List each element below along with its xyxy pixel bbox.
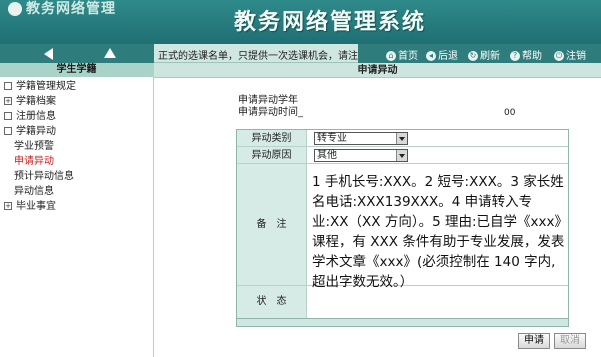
sidebar-toggle-bar <box>0 44 154 63</box>
sidebar-item-label: 毕业事宜 <box>16 201 56 212</box>
help-label: 帮助 <box>522 51 542 62</box>
sidebar-item-label: 异动信息 <box>14 186 54 197</box>
status-value <box>308 286 568 318</box>
logout-label: 注销 <box>566 51 586 62</box>
logo: 教务网络管理 <box>8 0 158 17</box>
change-reason-value: 其他 <box>317 150 337 161</box>
app-header: 教务网络管理 教务网络管理系统 <box>0 0 601 44</box>
sidebar-item-label: 注册信息 <box>16 111 56 122</box>
change-type-value: 转专业 <box>317 133 347 144</box>
sidebar-title: 学生学籍 <box>0 63 153 77</box>
back-button[interactable]: ◂ 后退 <box>426 47 458 62</box>
form-footer-bar <box>236 319 569 327</box>
status-row: 状 态 <box>237 286 568 318</box>
refresh-icon: ↻ <box>468 51 478 61</box>
logout-button[interactable]: ⏻ 注销 <box>554 47 586 62</box>
home-label: 首页 <box>398 51 418 62</box>
back-icon: ◂ <box>426 51 436 61</box>
main-content: 申请异动 申请异动学年 申请异动时间_ 00 异动类别 转专业 异动原因 其他 <box>154 63 601 357</box>
sidebar-item-label: 学业预警 <box>14 141 54 152</box>
remark-label: 备 注 <box>237 164 307 285</box>
sidebar-item-status-change[interactable]: 学籍异动 <box>0 124 153 139</box>
status-label: 状 态 <box>237 286 307 318</box>
sidebar-item-label: 申请异动 <box>14 156 54 167</box>
sidebar-item-label: 学籍档案 <box>16 96 56 107</box>
logo-text: 教务网络管理 <box>26 1 116 17</box>
logout-icon: ⏻ <box>554 51 564 61</box>
collapse-left-arrow-icon[interactable] <box>44 48 53 60</box>
collapsed-box-icon <box>4 112 12 120</box>
back-label: 后退 <box>438 51 458 62</box>
change-type-label: 异动类别 <box>237 130 307 146</box>
sidebar-item-regulations[interactable]: 学籍管理规定 <box>0 79 153 94</box>
dropdown-arrow-icon[interactable] <box>396 133 407 144</box>
apply-time-label: 申请异动时间_ <box>238 107 303 118</box>
remark-row: 备 注 1 手机长号:XXX。2 短号:XXX。3 家长姓名电话:XXX139X… <box>237 164 568 290</box>
sidebar-item-academic-warning[interactable]: 学业预警 <box>0 139 153 154</box>
nav-bar: 正式的选课名单，只提供一次选课机会，请注意! ⌂ 首页 ◂ 后退 ↻ 刷新 ? 帮助 ⏻… <box>0 44 601 63</box>
apply-button[interactable]: 申请 <box>518 333 550 349</box>
logo-emblem-icon <box>8 2 22 16</box>
help-icon: ? <box>510 51 520 61</box>
sidebar-item-label: 预计异动信息 <box>14 171 74 182</box>
remark-textarea[interactable]: 1 手机长号:XXX。2 短号:XXX。3 家长姓名电话:XXX139XXX。4… <box>308 164 568 290</box>
collapsed-box-icon <box>4 127 12 135</box>
toolbar: ⌂ 首页 ◂ 后退 ↻ 刷新 ? 帮助 ⏻ 注销 <box>358 44 601 63</box>
change-type-select[interactable]: 转专业 <box>314 132 408 145</box>
change-reason-row: 异动原因 其他 <box>237 147 568 164</box>
sidebar-item-registration[interactable]: 注册信息 <box>0 109 153 124</box>
change-form: 异动类别 转专业 异动原因 其他 备 注 1 手机长号:XXX。2 短号:XXX… <box>236 129 569 319</box>
sidebar-tree: 学籍管理规定 + 学籍档案 注册信息 学籍异动 学业预警 申请异动 预计异动信息 … <box>0 77 153 214</box>
sidebar-item-expected-change[interactable]: 预计异动信息 <box>0 169 153 184</box>
apply-info: 申请异动学年 申请异动时间_ 00 <box>238 95 515 119</box>
dropdown-arrow-icon[interactable] <box>396 150 407 161</box>
system-title: 教务网络管理系统 <box>234 10 427 35</box>
cancel-button[interactable]: 取消 <box>554 333 586 349</box>
change-type-row: 异动类别 转专业 <box>237 130 568 147</box>
sidebar-item-label: 学籍异动 <box>16 126 56 137</box>
home-button[interactable]: ⌂ 首页 <box>386 47 418 62</box>
change-reason-select[interactable]: 其他 <box>314 149 408 162</box>
apply-year-label: 申请异动学年 <box>238 95 298 106</box>
collapse-up-arrow-icon[interactable] <box>104 48 116 58</box>
notice-text: 正式的选课名单，只提供一次选课机会，请注意! <box>158 51 373 62</box>
sidebar-item-label: 学籍管理规定 <box>16 81 76 92</box>
collapsed-box-icon <box>4 82 12 90</box>
remark-text: 1 手机长号:XXX。2 短号:XXX。3 家长姓名电话:XXX139XXX。4… <box>312 174 568 290</box>
sidebar-item-apply-change[interactable]: 申请异动 <box>0 154 153 169</box>
sidebar-item-records[interactable]: + 学籍档案 <box>0 94 153 109</box>
refresh-label: 刷新 <box>480 51 500 62</box>
apply-time-value: 00 <box>504 108 516 118</box>
change-reason-label: 异动原因 <box>237 147 307 163</box>
sidebar: 学生学籍 学籍管理规定 + 学籍档案 注册信息 学籍异动 学业预警 申请异动 预计… <box>0 63 154 357</box>
sidebar-item-graduation[interactable]: + 毕业事宜 <box>0 199 153 214</box>
expand-plus-icon[interactable]: + <box>4 202 12 210</box>
home-icon: ⌂ <box>386 51 396 61</box>
page-title: 申请异动 <box>154 63 601 78</box>
sidebar-item-change-info[interactable]: 异动信息 <box>0 184 153 199</box>
expand-plus-icon[interactable]: + <box>4 97 12 105</box>
refresh-button[interactable]: ↻ 刷新 <box>468 47 500 62</box>
help-button[interactable]: ? 帮助 <box>510 47 542 62</box>
